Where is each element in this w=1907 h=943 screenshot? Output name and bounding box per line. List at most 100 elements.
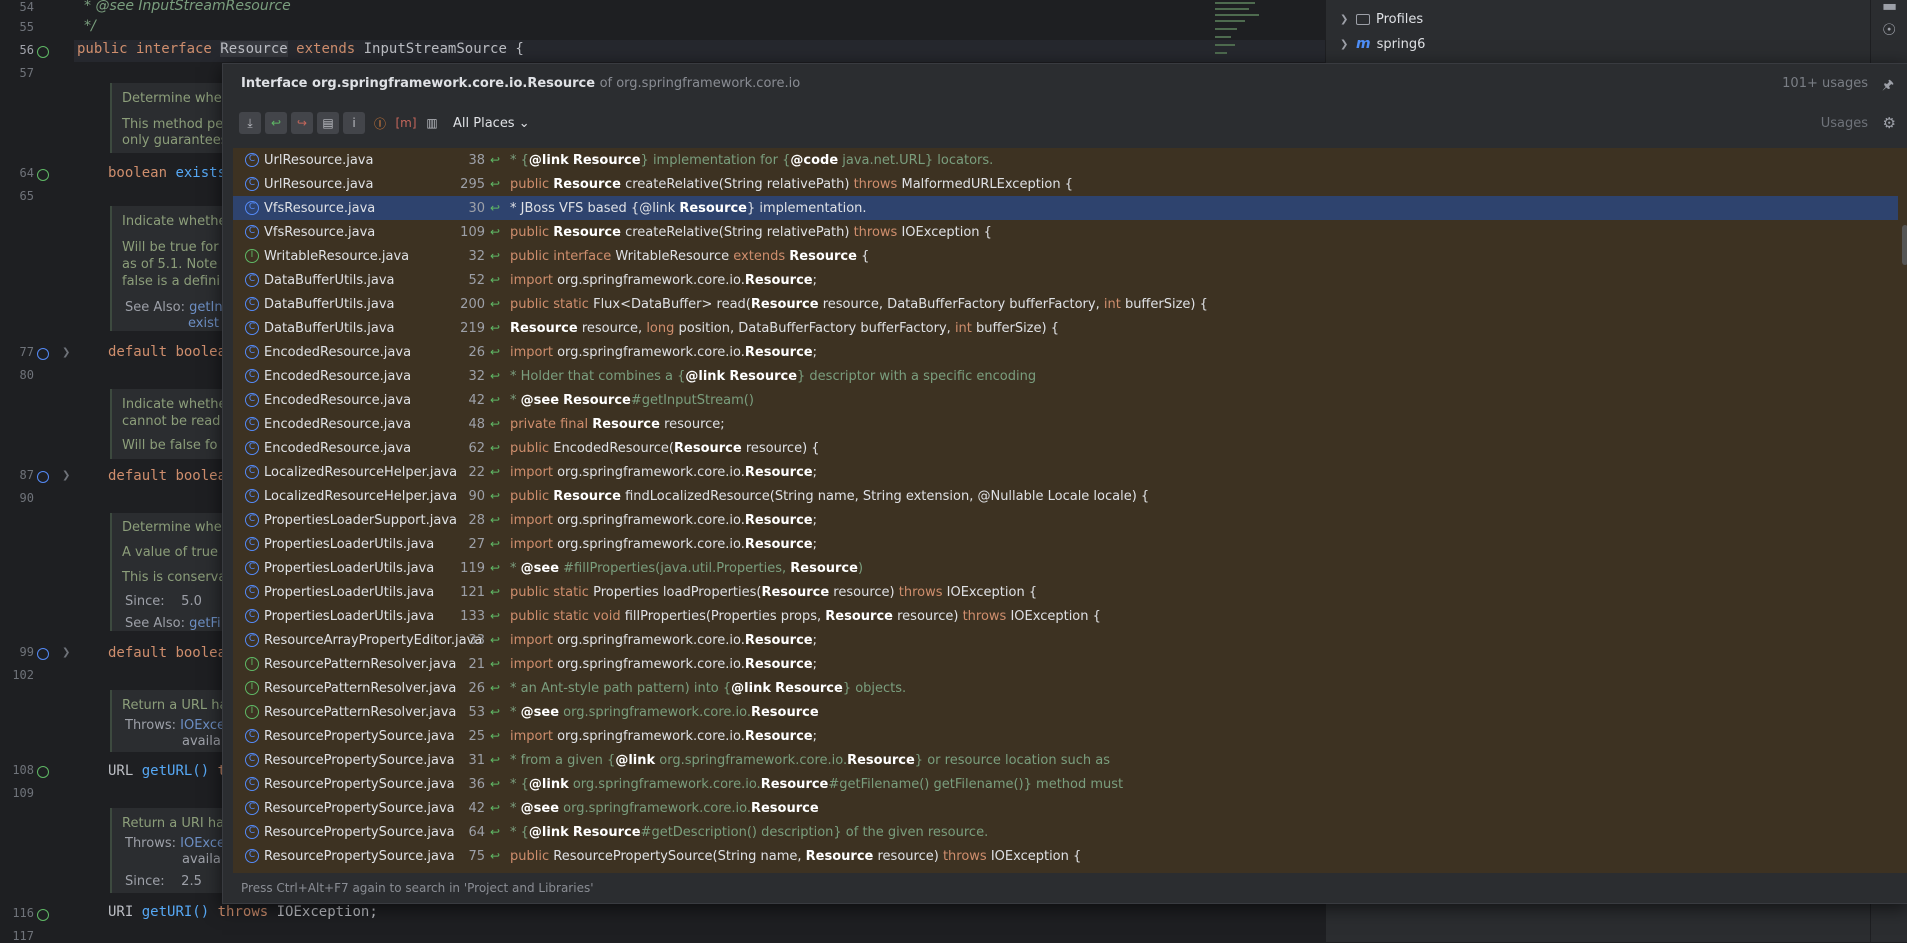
- method-icon[interactable]: [m]: [395, 112, 417, 134]
- usage-row[interactable]: C ResourceArrayPropertyEditor.java 33 ↩ impo…: [233, 628, 1898, 652]
- usage-row[interactable]: C EncodedResource.java 42 ↩ * @see Resource#…: [233, 388, 1898, 412]
- usage-row[interactable]: I ResourcePatternResolver.java 53 ↩ * @see o…: [233, 700, 1898, 724]
- ai-assistant-icon[interactable]: ☉: [1882, 20, 1896, 39]
- read-access-icon[interactable]: ↩: [265, 112, 287, 134]
- javadoc-text: This method pe: [122, 117, 224, 132]
- module-icon[interactable]: ▤: [317, 112, 339, 134]
- usage-row[interactable]: C EncodedResource.java 32 ↩ * Holder that co…: [233, 364, 1898, 388]
- usage-row[interactable]: C DataBufferUtils.java 200 ↩ public static F…: [233, 292, 1898, 316]
- scope-dropdown[interactable]: All Places ⌄: [453, 116, 530, 131]
- usage-row[interactable]: C ResourcePropertySource.java 75 ↩ public Re…: [233, 844, 1898, 868]
- usage-row[interactable]: C ResourcePropertySource.java 42 ↩ * @see or…: [233, 796, 1898, 820]
- read-access-icon: ↩: [490, 753, 501, 767]
- usage-code-snippet: * @see Resource#getInputStream(): [510, 392, 754, 408]
- usage-file-name: WritableResource.java: [264, 248, 410, 264]
- usage-line-number: 52: [468, 272, 485, 288]
- usage-row[interactable]: C LocalizedResourceHelper.java 90 ↩ public R…: [233, 484, 1898, 508]
- minimap[interactable]: [1215, 0, 1265, 70]
- usage-file-name: UrlResource.java: [264, 152, 374, 168]
- overridden-method-icon[interactable]: [37, 471, 49, 483]
- chevron-right-icon[interactable]: ❯: [1340, 39, 1350, 50]
- usage-code-snippet: * {@link Resource} implementation for {@…: [510, 152, 994, 168]
- class-icon: C: [245, 201, 259, 215]
- usage-code-snippet: * Holder that combines a {@link Resource…: [510, 368, 1037, 384]
- usage-file-name: ResourcePropertySource.java: [264, 776, 455, 792]
- usage-code-snippet: public EncodedResource(Resource resource…: [510, 440, 820, 456]
- usage-row[interactable]: C UrlResource.java 38 ↩ * {@link Resource} i…: [233, 148, 1898, 172]
- merge-icon[interactable]: ⤓: [239, 112, 261, 134]
- line-number: 80: [19, 368, 34, 382]
- usage-code-snippet: public Resource createRelative(String re…: [510, 224, 992, 240]
- javadoc-text: Return a URL ha: [122, 698, 228, 713]
- implemented-icon[interactable]: [37, 169, 49, 181]
- javadoc-text: Indicate whethe: [122, 397, 227, 412]
- fold-chevron-icon[interactable]: ❯: [62, 470, 70, 481]
- usages-list[interactable]: C UrlResource.java 38 ↩ * {@link Resource} i…: [233, 148, 1907, 873]
- usage-row[interactable]: C DataBufferUtils.java 52 ↩ import org.sprin…: [233, 268, 1898, 292]
- tree-item-spring6[interactable]: ❯ m spring6: [1340, 36, 1425, 52]
- usage-line-number: 36: [468, 776, 485, 792]
- class-icon: C: [245, 465, 259, 479]
- class-icon: C: [245, 585, 259, 599]
- fold-chevron-icon[interactable]: ❯: [62, 347, 70, 358]
- usage-code-snippet: public Resource findLocalizedResource(St…: [510, 488, 1150, 504]
- usage-row[interactable]: C VfsResource.java 109 ↩ public Resource cre…: [233, 220, 1898, 244]
- usage-row[interactable]: C ResourcePropertySource.java 25 ↩ import or…: [233, 724, 1898, 748]
- usage-row[interactable]: I ResourcePatternResolver.java 21 ↩ import o…: [233, 652, 1898, 676]
- overridden-method-icon[interactable]: [37, 348, 49, 360]
- read-access-icon: ↩: [490, 849, 501, 863]
- implemented-icon[interactable]: [37, 909, 49, 921]
- usage-row[interactable]: C PropertiesLoaderUtils.java 121 ↩ public st…: [233, 580, 1898, 604]
- usage-line-number: 21: [468, 656, 485, 672]
- usage-file-name: EncodedResource.java: [264, 392, 412, 408]
- read-access-icon: ↩: [490, 513, 501, 527]
- line-number: 117: [12, 929, 34, 943]
- usage-row[interactable]: C ResourcePropertySource.java 31 ↩ * from a …: [233, 748, 1898, 772]
- usage-row[interactable]: C LocalizedResourceHelper.java 22 ↩ import o…: [233, 460, 1898, 484]
- javadoc-since: Since: 5.0: [125, 594, 202, 609]
- javadoc-text: Return a URI ha: [122, 816, 225, 831]
- usage-row[interactable]: I ResourcePatternResolver.java 26 ↩ * an Ant…: [233, 676, 1898, 700]
- usage-row[interactable]: C PropertiesLoaderSupport.java 28 ↩ import o…: [233, 508, 1898, 532]
- import-icon[interactable]: Ⓘ: [369, 112, 391, 134]
- usage-row[interactable]: C EncodedResource.java 48 ↩ private final Re…: [233, 412, 1898, 436]
- class-icon: C: [245, 417, 259, 431]
- class-icon: C: [245, 849, 259, 863]
- fold-chevron-icon[interactable]: ❯: [62, 647, 70, 658]
- gear-icon[interactable]: ⚙: [1883, 114, 1896, 132]
- chevron-right-icon[interactable]: ❯: [1340, 14, 1350, 25]
- class-icon: C: [245, 753, 259, 767]
- implemented-icon[interactable]: [37, 46, 49, 58]
- usage-row[interactable]: C VfsResource.java 30 ↩ * JBoss VFS based {@…: [233, 196, 1898, 220]
- usage-row[interactable]: C ResourcePropertySource.java 64 ↩ * {@link …: [233, 820, 1898, 844]
- preview-icon[interactable]: ▥: [421, 112, 443, 134]
- javadoc-link[interactable]: exist: [188, 316, 219, 331]
- usage-row[interactable]: C EncodedResource.java 26 ↩ import org.sprin…: [233, 340, 1898, 364]
- usage-code-snippet: private final Resource resource;: [510, 416, 725, 432]
- usage-row[interactable]: C PropertiesLoaderUtils.java 27 ↩ import org…: [233, 532, 1898, 556]
- overridden-method-icon[interactable]: [37, 648, 49, 660]
- notifications-icon[interactable]: ▬: [1882, 0, 1897, 15]
- write-access-icon[interactable]: ↪: [291, 112, 313, 134]
- usage-row[interactable]: I WritableResource.java 32 ↩ public interfac…: [233, 244, 1898, 268]
- usage-row[interactable]: CCachingMetadataReaderFactory.java25↩imp…: [233, 868, 1898, 874]
- javadoc-text: This is conserva: [122, 570, 227, 585]
- usage-file-name: EncodedResource.java: [264, 440, 412, 456]
- method-get-url: URL getURL() t: [108, 763, 226, 779]
- usage-code-snippet: public Resource createRelative(String re…: [510, 176, 1074, 192]
- usage-row[interactable]: C UrlResource.java 295 ↩ public Resource cre…: [233, 172, 1898, 196]
- tree-item-profiles[interactable]: ❯ Profiles: [1340, 12, 1423, 27]
- scrollbar[interactable]: [1902, 225, 1907, 265]
- usage-line-number: 42: [468, 800, 485, 816]
- usage-code-snippet: * @see org.springframework.core.io.Resou…: [510, 704, 819, 720]
- pin-icon[interactable]: 🖈: [1882, 76, 1894, 98]
- usage-row[interactable]: C PropertiesLoaderUtils.java 133 ↩ public st…: [233, 604, 1898, 628]
- usage-row[interactable]: C EncodedResource.java 62 ↩ public EncodedRe…: [233, 436, 1898, 460]
- usage-line-number: 28: [468, 512, 485, 528]
- usage-row[interactable]: C DataBufferUtils.java 219 ↩ Resource resour…: [233, 316, 1898, 340]
- editor-gutter: 54 55 56 57 64 65 77 ❯ 80 87 ❯ 90 99 ❯ 102 108 109 116 117: [0, 0, 74, 943]
- implemented-icon[interactable]: [37, 766, 49, 778]
- info-icon[interactable]: i: [343, 112, 365, 134]
- usage-row[interactable]: C ResourcePropertySource.java 36 ↩ * {@link …: [233, 772, 1898, 796]
- usage-row[interactable]: C PropertiesLoaderUtils.java 119 ↩ * @see #f…: [233, 556, 1898, 580]
